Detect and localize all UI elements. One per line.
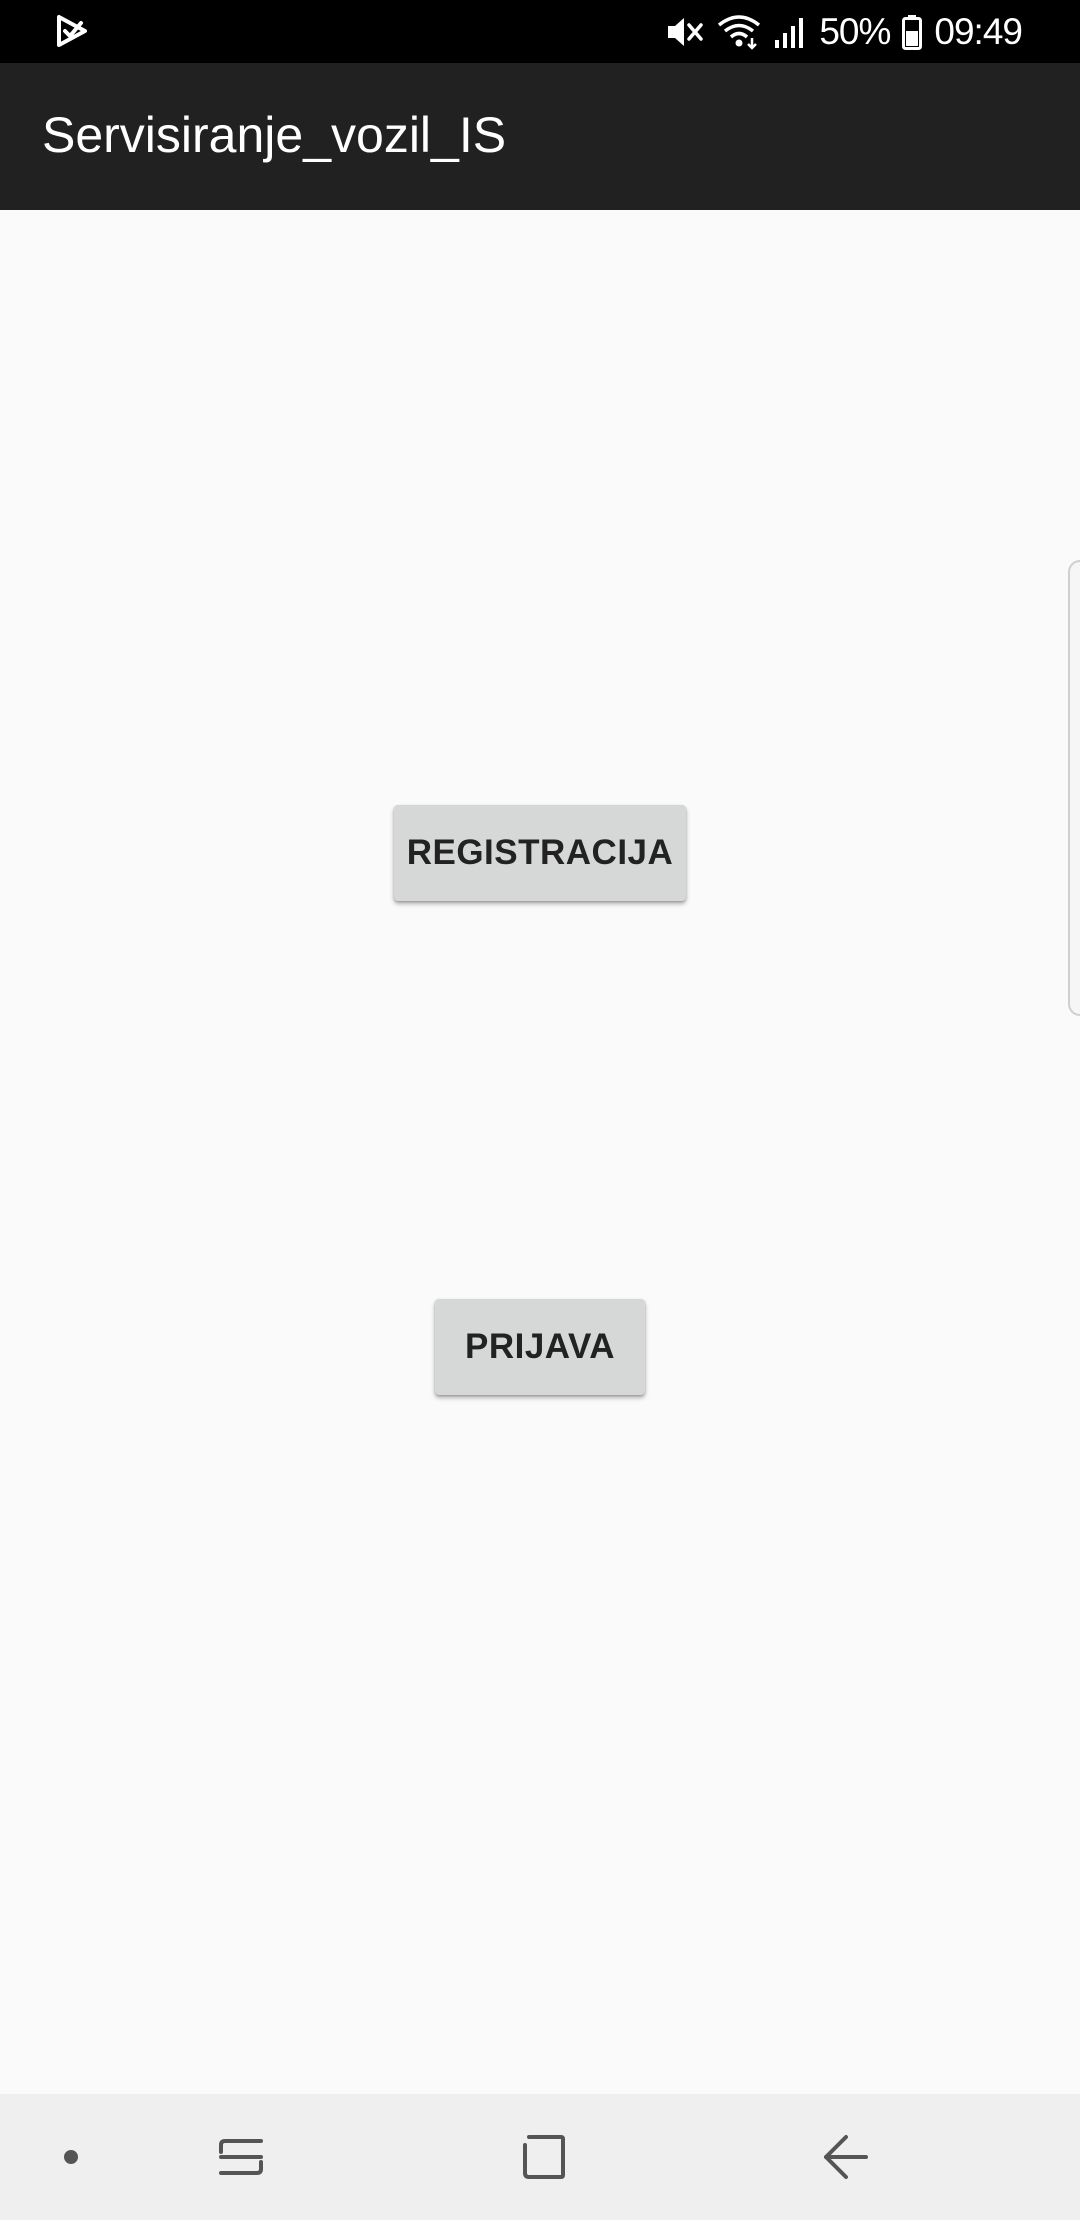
edge-panel-handle[interactable]	[1068, 560, 1080, 1016]
recents-icon[interactable]	[181, 2094, 301, 2220]
play-store-notification-icon	[55, 14, 89, 48]
mute-icon	[665, 14, 705, 50]
main-content	[0, 210, 1080, 2094]
status-bar: 50% 09:49	[0, 0, 1080, 63]
dot-icon[interactable]	[11, 2094, 131, 2220]
register-button[interactable]: REGISTRACIJA	[394, 805, 686, 901]
back-icon[interactable]	[786, 2094, 906, 2220]
signal-icon	[773, 14, 807, 50]
status-icons: 50% 09:49	[665, 0, 1023, 63]
navigation-bar	[0, 2094, 1080, 2220]
app-title: Servisiranje_vozil_IS	[42, 107, 507, 163]
battery-icon	[902, 14, 923, 50]
home-icon[interactable]	[483, 2094, 603, 2220]
wifi-icon	[717, 14, 761, 50]
app-bar: Servisiranje_vozil_IS	[0, 63, 1080, 210]
battery-percent: 50%	[819, 11, 891, 52]
clock: 09:49	[934, 11, 1023, 52]
login-button[interactable]: PRIJAVA	[435, 1299, 645, 1395]
